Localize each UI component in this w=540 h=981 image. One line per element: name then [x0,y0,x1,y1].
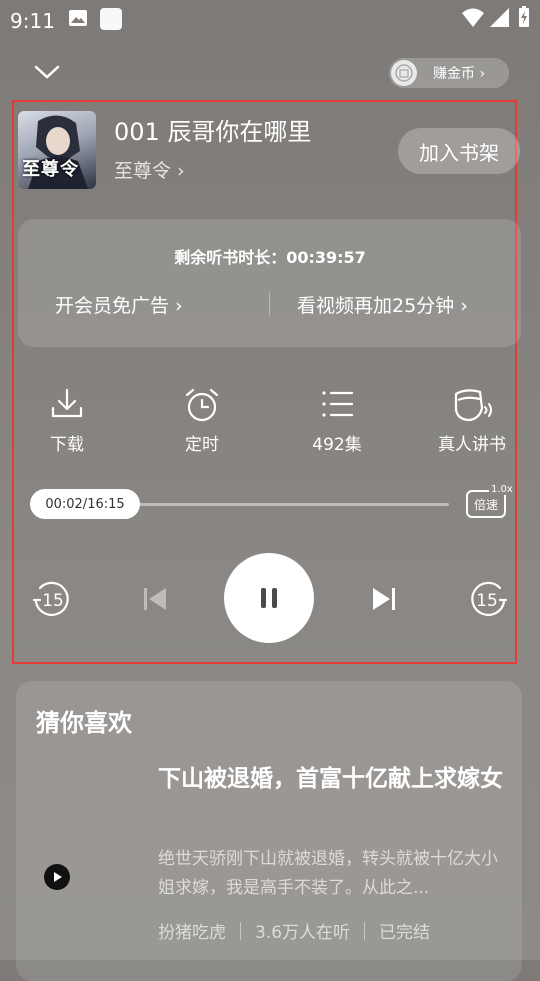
timer-button[interactable]: 定时 [147,386,257,455]
recommend-play-button[interactable] [44,864,70,890]
recommend-heading: 猜你喜欢 [36,709,132,737]
book-cover[interactable]: 至尊令 [18,111,96,189]
download-button[interactable]: 下载 [12,386,122,455]
recommend-title[interactable]: 下山被退婚，首富十亿献上求嫁女 [158,758,508,801]
progress-thumb[interactable]: 00:02/16:15 [30,489,140,519]
episode-count-label: 492集 [312,435,362,455]
play-icon [54,872,62,882]
alarm-clock-icon [185,388,219,422]
rewind-15-button[interactable]: 15 [30,578,72,620]
signal-icon [490,8,509,27]
human-voice-label: 真人讲书 [438,435,506,455]
recommend-tag-genre: 扮猪吃虎 [158,923,226,943]
human-voice-button[interactable]: 真人讲书 [417,386,527,455]
meta-separator [364,921,366,940]
panel-divider [269,292,270,316]
watch-video-link[interactable]: 看视频再加25分钟 › [297,291,468,318]
cover-title: 至尊令 [22,159,79,180]
download-icon [51,388,83,418]
remaining-time: 剩余听书时长：00:39:57 [174,248,366,267]
wifi-icon [462,8,484,27]
playback-speed-value: 1.0x [489,484,515,495]
download-label: 下载 [50,435,84,455]
episode-list-button[interactable]: 492集 [282,386,392,455]
collapse-chevron-icon[interactable] [34,62,60,82]
add-to-shelf-button[interactable]: 加入书架 [398,128,520,174]
status-time: 9:11 [10,9,55,33]
vip-no-ads-link[interactable]: 开会员免广告 › [55,291,183,318]
image-notification-icon [69,10,87,26]
recommend-tag-listeners: 3.6万人在听 [255,923,351,943]
listen-time-panel [18,219,521,347]
meta-separator [240,921,241,940]
recommend-description: 绝世天骄刚下山就被退婚，转头就被十亿大小姐求嫁，我是高手不装了。从此之... [158,849,498,898]
forward-15-label: 15 [476,591,498,611]
earn-coins-label: 赚金币 › [433,66,486,82]
pause-button[interactable] [224,553,314,643]
list-icon [322,391,354,417]
book-name-link[interactable]: 至尊令 › [114,156,185,183]
pause-icon [261,588,277,608]
next-track-button[interactable] [371,586,397,612]
recommend-meta: 扮猪吃虎 3.6万人在听 已完结 [158,918,430,943]
track-title: 001 辰哥你在哪里 [114,118,312,146]
recommend-tag-status: 已完结 [379,923,431,943]
app-notification-icon [100,8,122,30]
earn-coins-button[interactable]: 赚金币 › [389,58,509,88]
human-voice-icon [454,389,492,422]
forward-15-button[interactable]: 15 [468,578,510,620]
battery-charging-icon [519,6,529,27]
rewind-15-label: 15 [42,591,64,611]
coin-icon [391,60,417,86]
timer-label: 定时 [185,435,219,455]
previous-track-button[interactable] [142,586,168,612]
